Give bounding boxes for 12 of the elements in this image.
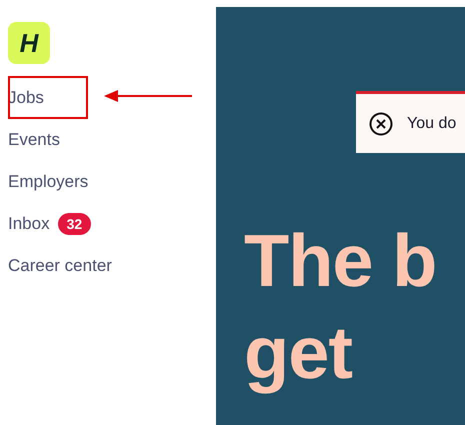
close-circle-icon [369, 112, 393, 136]
nav-link[interactable]: Inbox [8, 210, 50, 236]
toast-message: You do [407, 114, 456, 134]
nav-link[interactable]: Events [8, 126, 60, 152]
headline: get [244, 310, 354, 396]
logo[interactable]: H [8, 22, 50, 64]
nav-link[interactable]: Jobs [8, 84, 44, 110]
unread-count-badge: 32 [58, 212, 92, 234]
nav-link[interactable]: Employers [8, 168, 88, 194]
arrow-icon [104, 89, 192, 103]
headline: The b [244, 218, 438, 304]
nav-link[interactable]: Career center [8, 252, 112, 278]
